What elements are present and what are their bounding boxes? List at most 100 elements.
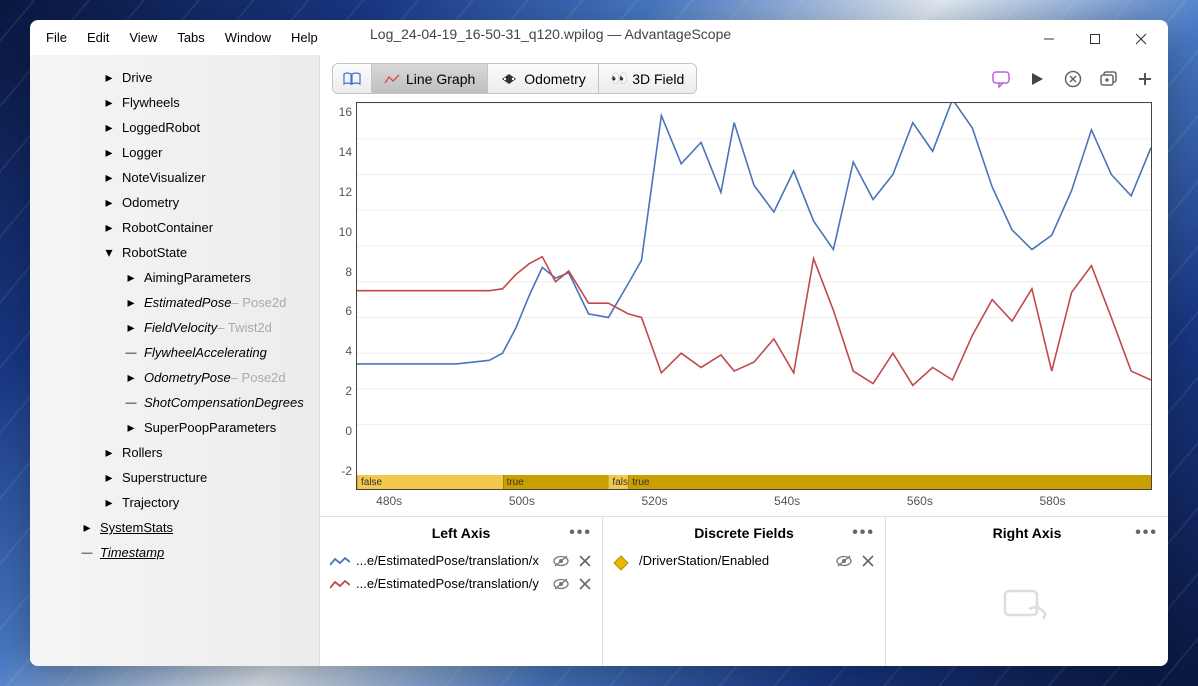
- field-row[interactable]: ...e/EstimatedPose/translation/y: [320, 572, 602, 595]
- tree-item[interactable]: —ShotCompensationDegrees: [30, 392, 319, 413]
- tree-label: Drive: [122, 70, 152, 85]
- tree-label: FlywheelAccelerating: [144, 345, 267, 360]
- y-tick: 16: [339, 105, 352, 119]
- chevron-right-icon: ▸: [102, 496, 116, 510]
- tab-label: 3D Field: [632, 71, 684, 87]
- tree-label: Odometry: [122, 195, 179, 210]
- y-tick: -2: [341, 464, 352, 478]
- menu-tabs[interactable]: Tabs: [169, 26, 212, 49]
- visibility-toggle[interactable]: [552, 554, 570, 568]
- discrete-panel: Discrete Fields ••• /DriverStation/Enable…: [603, 517, 886, 666]
- series-swatch: [613, 555, 631, 567]
- tree-item[interactable]: ▸ OdometryPose – Pose2d: [30, 367, 319, 388]
- field-row[interactable]: ...e/EstimatedPose/translation/x: [320, 549, 602, 572]
- plot-svg: [357, 103, 1151, 439]
- close-button[interactable]: [1118, 24, 1164, 54]
- y-tick: 4: [345, 344, 352, 358]
- menu-help[interactable]: Help: [283, 26, 326, 49]
- visibility-toggle[interactable]: [835, 554, 853, 568]
- x-tick: 480s: [376, 494, 402, 508]
- menu-view[interactable]: View: [121, 26, 165, 49]
- tree-item[interactable]: ▸Flywheels: [30, 92, 319, 113]
- tab-label: Odometry: [524, 71, 585, 87]
- tree-item[interactable]: ▸AimingParameters: [30, 267, 319, 288]
- play-button[interactable]: [1026, 68, 1048, 90]
- y-axis-labels: 1614121086420-2: [328, 102, 356, 512]
- tree-item[interactable]: ▸RobotContainer: [30, 217, 319, 238]
- tree-item[interactable]: ▸ Drive: [30, 67, 319, 88]
- minimize-button[interactable]: [1026, 24, 1072, 54]
- y-tick: 10: [339, 225, 352, 239]
- line-graph-icon: [384, 73, 400, 85]
- remove-field-button[interactable]: [578, 554, 592, 568]
- feedback-button[interactable]: [990, 68, 1012, 90]
- tree-item[interactable]: ▾RobotState: [30, 242, 319, 263]
- tree-label: Flywheels: [122, 95, 180, 110]
- remove-field-button[interactable]: [861, 554, 875, 568]
- app-window: File Edit View Tabs Window Help Log_24-0…: [30, 20, 1168, 666]
- tree-label: Rollers: [122, 445, 162, 460]
- dash-icon: —: [80, 546, 94, 560]
- new-window-button[interactable]: [1098, 68, 1120, 90]
- maximize-button[interactable]: [1072, 24, 1118, 54]
- chevron-right-icon: ▸: [102, 146, 116, 160]
- tree-item[interactable]: — FlywheelAccelerating: [30, 342, 319, 363]
- dash-icon: —: [124, 346, 138, 360]
- discrete-segment: false: [357, 475, 503, 489]
- series-swatch: [330, 578, 348, 590]
- tab-3d-field[interactable]: 👀 3D Field: [599, 64, 697, 93]
- discrete-bar: falsetruefalsetrue: [357, 475, 1151, 489]
- type-hint: – Pose2d: [231, 370, 286, 385]
- remove-field-button[interactable]: [578, 577, 592, 591]
- panel-title: Left Axis: [432, 525, 491, 541]
- panel-more-button[interactable]: •••: [852, 524, 875, 542]
- sidebar[interactable]: ▸Drive▸Flywheels▸LoggedRobot▸Logger▸Note…: [30, 55, 320, 666]
- dock-button[interactable]: [333, 64, 372, 93]
- tree-item[interactable]: ▸FieldVelocity – Twist2d: [30, 317, 319, 338]
- tree-item[interactable]: ▸SystemStats: [30, 517, 319, 538]
- tree-label: OdometryPose: [144, 370, 231, 385]
- tab-odometry[interactable]: Odometry: [488, 64, 598, 93]
- topbar: Line Graph Odometry 👀 3D Field: [320, 55, 1168, 102]
- clear-button[interactable]: [1062, 68, 1084, 90]
- x-tick: 520s: [641, 494, 667, 508]
- tree-item[interactable]: ▸ Superstructure: [30, 467, 319, 488]
- plot-canvas[interactable]: falsetruefalsetrue: [356, 102, 1152, 490]
- panel-title: Discrete Fields: [694, 525, 794, 541]
- y-tick: 8: [345, 265, 352, 279]
- tree-item[interactable]: —Timestamp: [30, 542, 319, 563]
- chevron-right-icon: ▸: [124, 371, 138, 385]
- left-axis-panel: Left Axis ••• ...e/EstimatedPose/translat…: [320, 517, 603, 666]
- window-title: Log_24-04-19_16-50-31_q120.wpilog — Adva…: [370, 26, 731, 42]
- tree-label: NoteVisualizer: [122, 170, 206, 185]
- menu-file[interactable]: File: [38, 26, 75, 49]
- panel-more-button[interactable]: •••: [569, 524, 592, 542]
- tree-label: SystemStats: [100, 520, 173, 535]
- window-controls: [1026, 24, 1164, 54]
- tree-item[interactable]: ▸Trajectory: [30, 492, 319, 513]
- odometry-icon: [500, 73, 518, 85]
- drop-target[interactable]: [886, 549, 1168, 666]
- tree-item[interactable]: ▸Rollers: [30, 442, 319, 463]
- chevron-right-icon: ▸: [102, 471, 116, 485]
- tree-item[interactable]: ▸Logger: [30, 142, 319, 163]
- tree-item[interactable]: ▸NoteVisualizer: [30, 167, 319, 188]
- y-tick: 0: [345, 424, 352, 438]
- menu-window[interactable]: Window: [217, 26, 279, 49]
- chevron-right-icon: ▸: [124, 296, 138, 310]
- menu-edit[interactable]: Edit: [79, 26, 117, 49]
- panel-more-button[interactable]: •••: [1135, 524, 1158, 542]
- series-line: [357, 103, 1151, 364]
- chevron-right-icon: ▸: [102, 71, 116, 85]
- visibility-toggle[interactable]: [552, 577, 570, 591]
- tree-item[interactable]: ▸ Odometry: [30, 192, 319, 213]
- chevron-right-icon: ▸: [102, 196, 116, 210]
- field-row[interactable]: /DriverStation/Enabled: [603, 549, 885, 572]
- tree-label: Superstructure: [122, 470, 207, 485]
- tree-item[interactable]: ▸LoggedRobot: [30, 117, 319, 138]
- tree-item[interactable]: ▸SuperPoopParameters: [30, 417, 319, 438]
- add-tab-button[interactable]: [1134, 68, 1156, 90]
- right-axis-panel: Right Axis•••: [886, 517, 1168, 666]
- tree-item[interactable]: ▸EstimatedPose – Pose2d: [30, 292, 319, 313]
- tab-line-graph[interactable]: Line Graph: [372, 64, 488, 93]
